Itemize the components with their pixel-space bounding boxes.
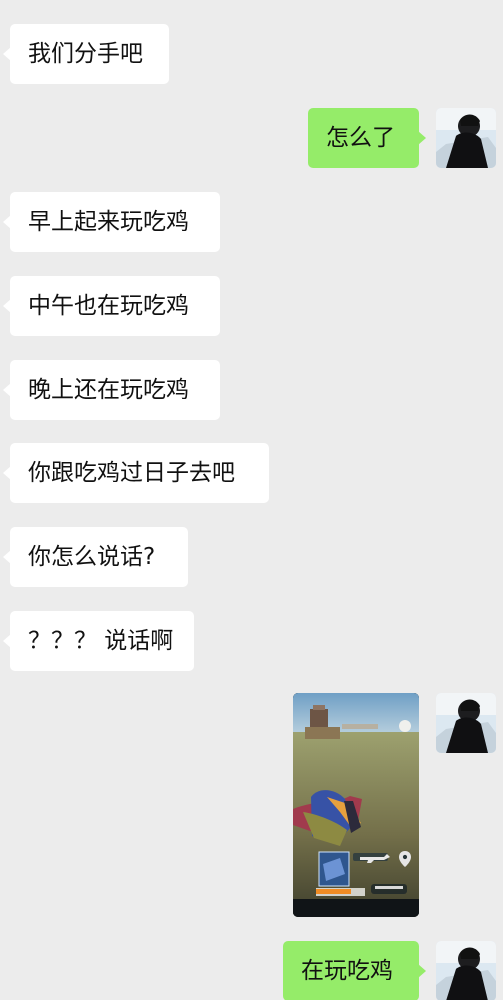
incoming-message-bubble[interactable]: 你怎么说话? (3, 527, 188, 587)
avatar-icon (436, 941, 496, 1000)
incoming-message-bubble[interactable]: ？？？ 说话啊 (3, 611, 194, 671)
game-screenshot-image (293, 693, 419, 917)
message-row: 我们分手吧 (0, 24, 503, 96)
message-row: 中午也在玩吃鸡 (0, 276, 503, 348)
user-avatar-icon[interactable] (436, 941, 496, 1000)
message-row: 怎么了 (0, 108, 503, 180)
user-avatar-icon[interactable] (436, 108, 496, 168)
incoming-message-bubble[interactable]: 你跟吃鸡过日子去吧 (3, 443, 269, 503)
chat-conversation: 我们分手吧 怎么了 早上起来玩吃鸡 中午也在玩吃鸡 晚上还在玩吃鸡 你跟吃鸡过日… (0, 0, 503, 1000)
outgoing-message-bubble[interactable]: 怎么了 (308, 108, 426, 168)
incoming-message-bubble[interactable]: 我们分手吧 (3, 24, 169, 84)
outgoing-image-message[interactable] (293, 693, 419, 917)
message-row: ？？？ 说话啊 (0, 611, 503, 683)
message-row: 早上起来玩吃鸡 (0, 192, 503, 264)
message-row: 在玩吃鸡 (0, 941, 503, 1000)
avatar-icon (436, 693, 496, 753)
message-row: 晚上还在玩吃鸡 (0, 360, 503, 432)
incoming-message-bubble[interactable]: 早上起来玩吃鸡 (3, 192, 220, 252)
outgoing-message-bubble[interactable]: 在玩吃鸡 (283, 941, 426, 1000)
incoming-message-bubble[interactable]: 中午也在玩吃鸡 (3, 276, 220, 336)
message-row: 你怎么说话? (0, 527, 503, 599)
incoming-message-bubble[interactable]: 晚上还在玩吃鸡 (3, 360, 220, 420)
message-row: 你跟吃鸡过日子去吧 (0, 443, 503, 515)
user-avatar-icon[interactable] (436, 693, 496, 753)
avatar-icon (436, 108, 496, 168)
